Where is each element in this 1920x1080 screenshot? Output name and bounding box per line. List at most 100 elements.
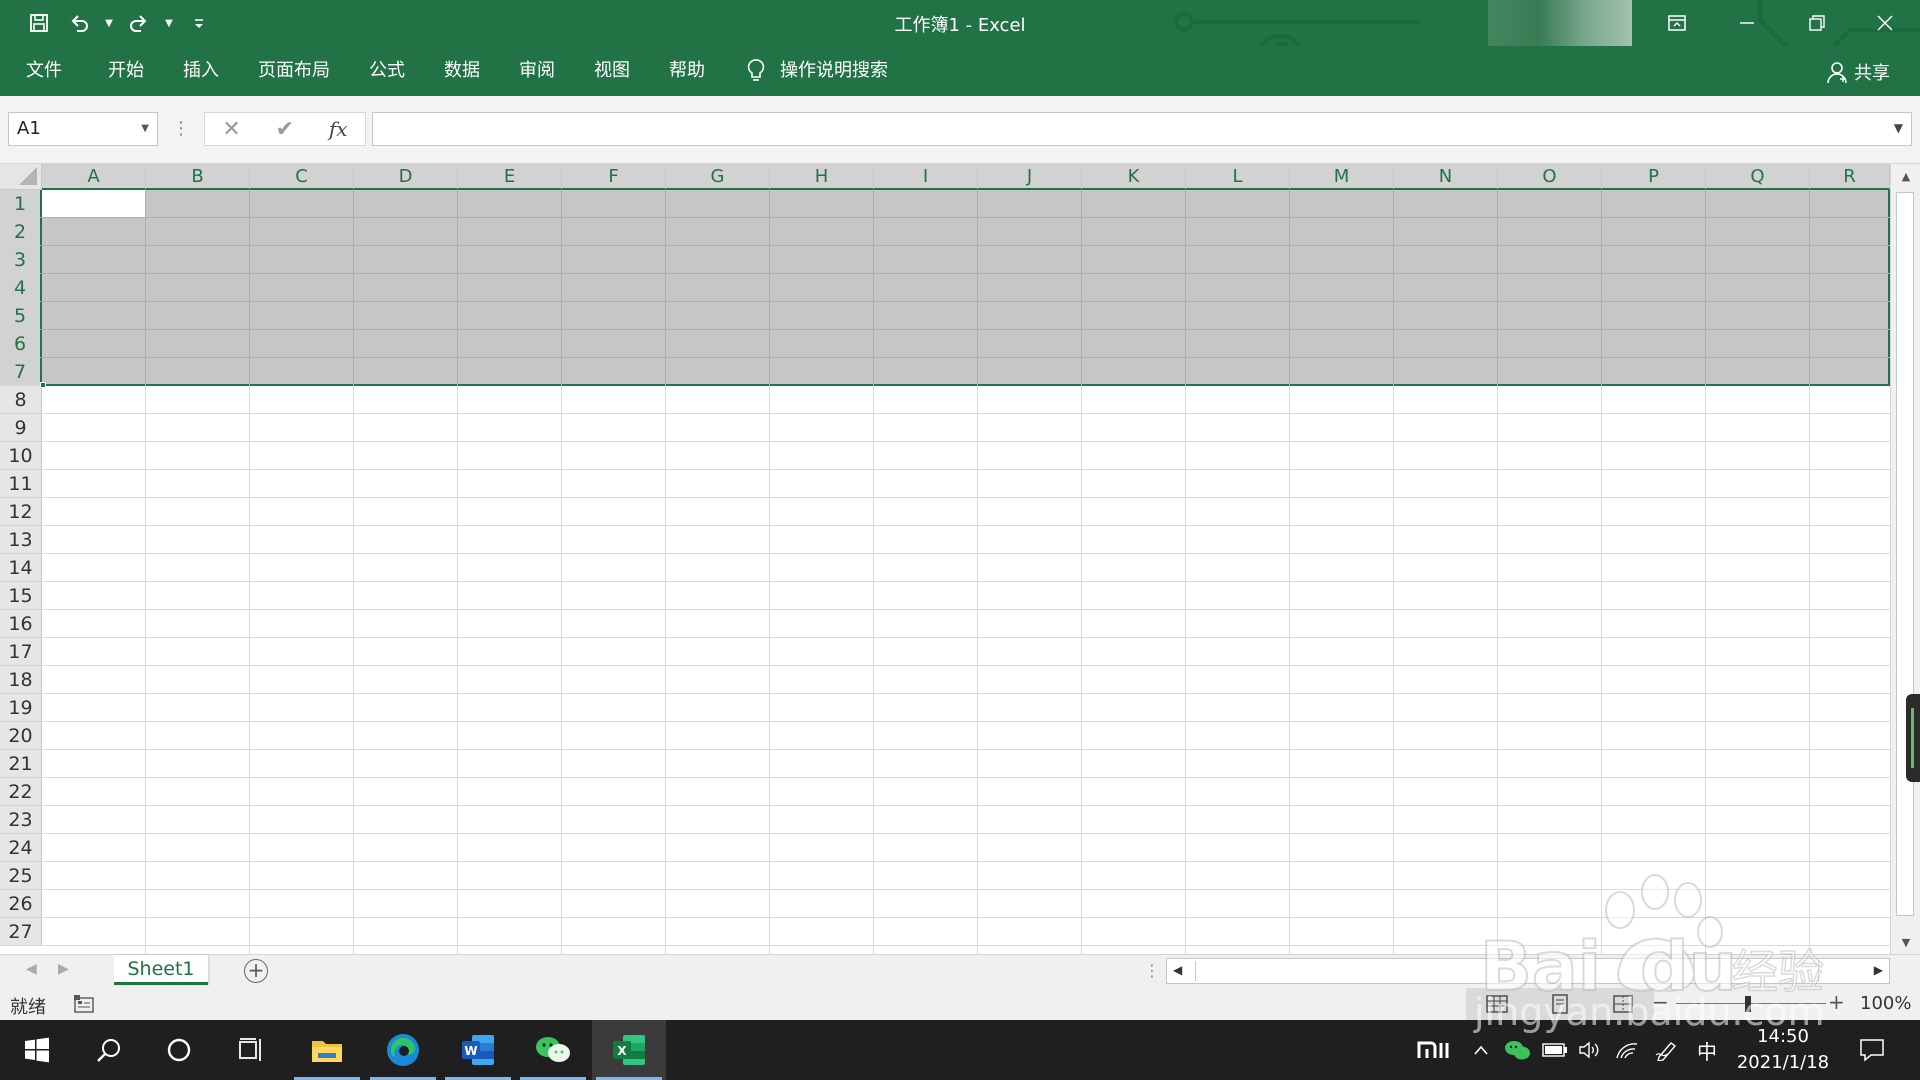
undo-dropdown-button[interactable]: ▼ xyxy=(102,8,116,38)
column-header-h[interactable]: H xyxy=(770,164,874,190)
scroll-left-icon[interactable]: ◀ xyxy=(1173,963,1182,977)
active-cell[interactable] xyxy=(42,190,145,217)
confirm-entry-icon[interactable]: ✔ xyxy=(276,117,294,142)
row-header-3[interactable]: 3 xyxy=(0,246,42,274)
row-header-17[interactable]: 17 xyxy=(0,638,42,666)
row-header-8[interactable]: 8 xyxy=(0,386,42,414)
column-header-k[interactable]: K xyxy=(1082,164,1186,190)
tab-split-handle-icon[interactable]: ⋮ xyxy=(1144,961,1160,980)
cancel-entry-icon[interactable]: ✕ xyxy=(222,117,240,142)
customize-qat-button[interactable] xyxy=(182,8,216,38)
column-header-p[interactable]: P xyxy=(1602,164,1706,190)
row-header-19[interactable]: 19 xyxy=(0,694,42,722)
worksheet-grid[interactable]: ABCDEFGHIJKLMNOPQR 1 2 3 4 5 6 7 8 9 10 11 12 13 14 15… xyxy=(0,164,1920,954)
formula-bar-grip-icon[interactable]: ⋮ xyxy=(172,118,190,139)
row-header-16[interactable]: 16 xyxy=(0,610,42,638)
formula-input[interactable]: ▼ xyxy=(372,112,1912,146)
ribbon-display-options-button[interactable] xyxy=(1642,0,1712,46)
column-header-l[interactable]: L xyxy=(1186,164,1290,190)
close-button[interactable] xyxy=(1850,0,1920,46)
undo-button[interactable] xyxy=(62,8,96,38)
column-header-a[interactable]: A xyxy=(42,164,146,190)
horizontal-scrollbar[interactable]: ◀ ▶ xyxy=(1166,958,1890,984)
file-explorer-button[interactable] xyxy=(290,1020,364,1080)
row-header-24[interactable]: 24 xyxy=(0,834,42,862)
row-header-12[interactable]: 12 xyxy=(0,498,42,526)
excel-button[interactable]: X xyxy=(592,1020,666,1080)
column-header-q[interactable]: Q xyxy=(1706,164,1810,190)
column-header-d[interactable]: D xyxy=(354,164,458,190)
vertical-scrollbar[interactable]: ▲ ▼ xyxy=(1890,164,1920,954)
wechat-button[interactable] xyxy=(516,1020,590,1080)
row-header-25[interactable]: 25 xyxy=(0,862,42,890)
side-overlay-widget[interactable] xyxy=(1906,694,1920,782)
chevron-down-icon[interactable]: ▼ xyxy=(141,113,149,145)
tab-data[interactable]: 数据 xyxy=(444,59,480,83)
tab-help[interactable]: 帮助 xyxy=(669,59,705,83)
expand-formula-bar-icon[interactable]: ▼ xyxy=(1894,121,1903,135)
name-box[interactable]: A1 ▼ xyxy=(8,112,158,146)
tab-view[interactable]: 视图 xyxy=(594,59,630,83)
column-header-c[interactable]: C xyxy=(250,164,354,190)
edge-browser-button[interactable] xyxy=(366,1020,440,1080)
tab-file[interactable]: 文件 xyxy=(26,59,62,83)
redo-button[interactable] xyxy=(122,8,156,38)
row-header-1[interactable]: 1 xyxy=(0,190,42,218)
column-header-f[interactable]: F xyxy=(562,164,666,190)
row-header-11[interactable]: 11 xyxy=(0,470,42,498)
column-header-m[interactable]: M xyxy=(1290,164,1394,190)
column-header-n[interactable]: N xyxy=(1394,164,1498,190)
add-sheet-button[interactable]: + xyxy=(244,959,268,983)
column-header-b[interactable]: B xyxy=(146,164,250,190)
action-center-button[interactable] xyxy=(1844,1020,1900,1080)
word-button[interactable]: W xyxy=(441,1020,515,1080)
tab-formulas[interactable]: 公式 xyxy=(369,59,405,83)
taskbar-search-button[interactable] xyxy=(72,1020,146,1080)
start-button[interactable] xyxy=(0,1020,74,1080)
task-view-button[interactable] xyxy=(214,1020,288,1080)
column-header-j[interactable]: J xyxy=(978,164,1082,190)
row-header-21[interactable]: 21 xyxy=(0,750,42,778)
row-header-15[interactable]: 15 xyxy=(0,582,42,610)
row-header-27[interactable]: 27 xyxy=(0,918,42,946)
row-header-22[interactable]: 22 xyxy=(0,778,42,806)
row-header-6[interactable]: 6 xyxy=(0,330,42,358)
share-button[interactable]: 共享 xyxy=(1826,59,1890,85)
scroll-up-icon[interactable]: ▲ xyxy=(1891,164,1920,188)
account-avatar[interactable] xyxy=(1488,0,1632,46)
column-header-r[interactable]: R xyxy=(1810,164,1890,190)
zoom-level[interactable]: 100% xyxy=(1860,993,1911,1014)
tab-page-layout[interactable]: 页面布局 xyxy=(258,59,330,83)
horizontal-scroll-thumb[interactable] xyxy=(1195,961,1819,981)
fill-handle[interactable] xyxy=(40,382,46,388)
row-header-14[interactable]: 14 xyxy=(0,554,42,582)
cell-area[interactable] xyxy=(42,190,1890,954)
redo-dropdown-button[interactable]: ▼ xyxy=(162,8,176,38)
prev-sheet-icon[interactable]: ◀ xyxy=(26,961,37,977)
scroll-right-icon[interactable]: ▶ xyxy=(1874,963,1883,977)
row-header-4[interactable]: 4 xyxy=(0,274,42,302)
row-header-23[interactable]: 23 xyxy=(0,806,42,834)
row-header-2[interactable]: 2 xyxy=(0,218,42,246)
column-header-g[interactable]: G xyxy=(666,164,770,190)
restore-button[interactable] xyxy=(1782,0,1852,46)
cortana-button[interactable] xyxy=(142,1020,216,1080)
minimize-button[interactable] xyxy=(1712,0,1782,46)
next-sheet-icon[interactable]: ▶ xyxy=(58,961,69,977)
macro-recording-icon[interactable] xyxy=(74,995,94,1013)
save-button[interactable] xyxy=(22,8,56,38)
row-header-9[interactable]: 9 xyxy=(0,414,42,442)
zoom-in-button[interactable]: + xyxy=(1828,990,1845,1014)
scroll-down-icon[interactable]: ▼ xyxy=(1891,930,1920,954)
tab-review[interactable]: 审阅 xyxy=(519,59,555,83)
row-header-13[interactable]: 13 xyxy=(0,526,42,554)
row-header-7[interactable]: 7 xyxy=(0,358,42,386)
row-header-26[interactable]: 26 xyxy=(0,890,42,918)
mi-tray-icon[interactable] xyxy=(1414,1020,1454,1080)
column-header-i[interactable]: I xyxy=(874,164,978,190)
row-header-18[interactable]: 18 xyxy=(0,666,42,694)
row-header-5[interactable]: 5 xyxy=(0,302,42,330)
select-all-button[interactable] xyxy=(0,164,42,190)
row-header-10[interactable]: 10 xyxy=(0,442,42,470)
insert-function-button[interactable]: fx xyxy=(329,117,348,141)
